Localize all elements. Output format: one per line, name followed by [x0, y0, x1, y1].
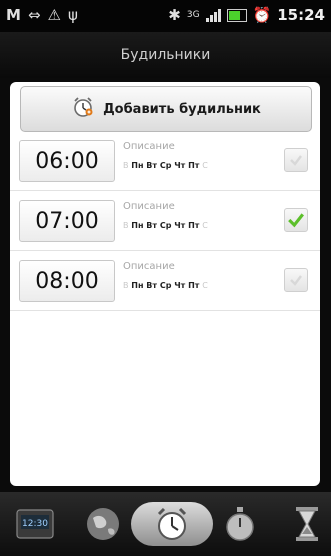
add-alarm-label: Добавить будильник — [103, 101, 261, 117]
alarms-tab[interactable] — [147, 500, 197, 548]
alarm-days: В Пн Вт Ср Чт Пт С — [123, 281, 208, 290]
battery-icon — [226, 8, 247, 22]
alarm-days-prefix: В — [123, 281, 129, 290]
alarm-time[interactable]: 07:00 — [19, 200, 115, 242]
gmail-icon: M — [6, 6, 21, 24]
check-icon — [290, 275, 302, 286]
alarm-description: Описание — [123, 141, 175, 152]
alarm-row[interactable]: 06:00 Описание В Пн Вт Ср Чт Пт С — [10, 132, 320, 191]
bluetooth-icon: ✱ — [168, 6, 181, 24]
desk-clock-icon: 12:30 — [16, 509, 54, 539]
alarms-panel: Добавить будильник 06:00 Описание В Пн В… — [10, 82, 320, 486]
alarm-toggle-checkbox[interactable] — [284, 268, 308, 292]
alarm-days-weekdays: Пн Вт Ср Чт Пт — [131, 161, 200, 170]
alarm-description: Описание — [123, 201, 175, 212]
world-clock-tab[interactable] — [78, 500, 128, 548]
title-bar: Будильники — [0, 32, 331, 78]
status-bar: M ⇔ ⚠ ψ ✱ 3G ⏰ 15:24 — [0, 0, 331, 32]
bottom-tab-bar: 12:30 — [0, 492, 331, 556]
desk-clock-tab[interactable]: 12:30 — [10, 500, 60, 548]
alarm-clock-icon: ⏰ — [252, 6, 272, 24]
hourglass-icon — [296, 507, 318, 541]
usb-icon: ψ — [67, 6, 78, 24]
alarm-time[interactable]: 08:00 — [19, 260, 115, 302]
warning-icon: ⚠ — [47, 6, 61, 24]
alarm-days: В Пн Вт Ср Чт Пт С — [123, 161, 208, 170]
stopwatch-icon — [226, 507, 254, 541]
alarm-days-suffix: С — [202, 221, 208, 230]
alarm-days-prefix: В — [123, 221, 129, 230]
alarm-days-weekdays: Пн Вт Ср Чт Пт — [131, 281, 200, 290]
globe-icon — [87, 508, 119, 540]
alarm-row[interactable]: 07:00 Описание В Пн Вт Ср Чт Пт С — [10, 192, 320, 251]
alarm-time[interactable]: 06:00 — [19, 140, 115, 182]
alarm-days: В Пн Вт Ср Чт Пт С — [123, 221, 208, 230]
alarm-toggle-checkbox[interactable] — [284, 208, 308, 232]
status-right-icons: ✱ 3G ⏰ 15:24 — [168, 6, 325, 24]
alarm-clock-icon — [157, 507, 187, 540]
signal-icon — [205, 8, 221, 22]
alarm-days-weekdays: Пн Вт Ср Чт Пт — [131, 221, 200, 230]
alarm-days-suffix: С — [202, 281, 208, 290]
alarm-days-prefix: В — [123, 161, 129, 170]
status-left-icons: M ⇔ ⚠ ψ — [6, 6, 78, 24]
add-alarm-button[interactable]: Добавить будильник — [20, 86, 312, 132]
alarm-days-suffix: С — [202, 161, 208, 170]
check-icon — [290, 155, 302, 166]
stopwatch-tab[interactable] — [215, 500, 265, 548]
alarm-description: Описание — [123, 261, 175, 272]
alarm-clock-icon — [71, 95, 95, 123]
alarm-toggle-checkbox[interactable] — [284, 148, 308, 172]
usb-sync-icon: ⇔ — [27, 6, 41, 24]
check-icon — [288, 213, 304, 228]
status-time: 15:24 — [277, 6, 325, 24]
alarm-row[interactable]: 08:00 Описание В Пн Вт Ср Чт Пт С — [10, 252, 320, 311]
timer-tab[interactable] — [282, 500, 331, 548]
svg-text:12:30: 12:30 — [22, 519, 48, 529]
hspa-icon: 3G — [186, 10, 200, 20]
page-title: Будильники — [120, 47, 211, 63]
